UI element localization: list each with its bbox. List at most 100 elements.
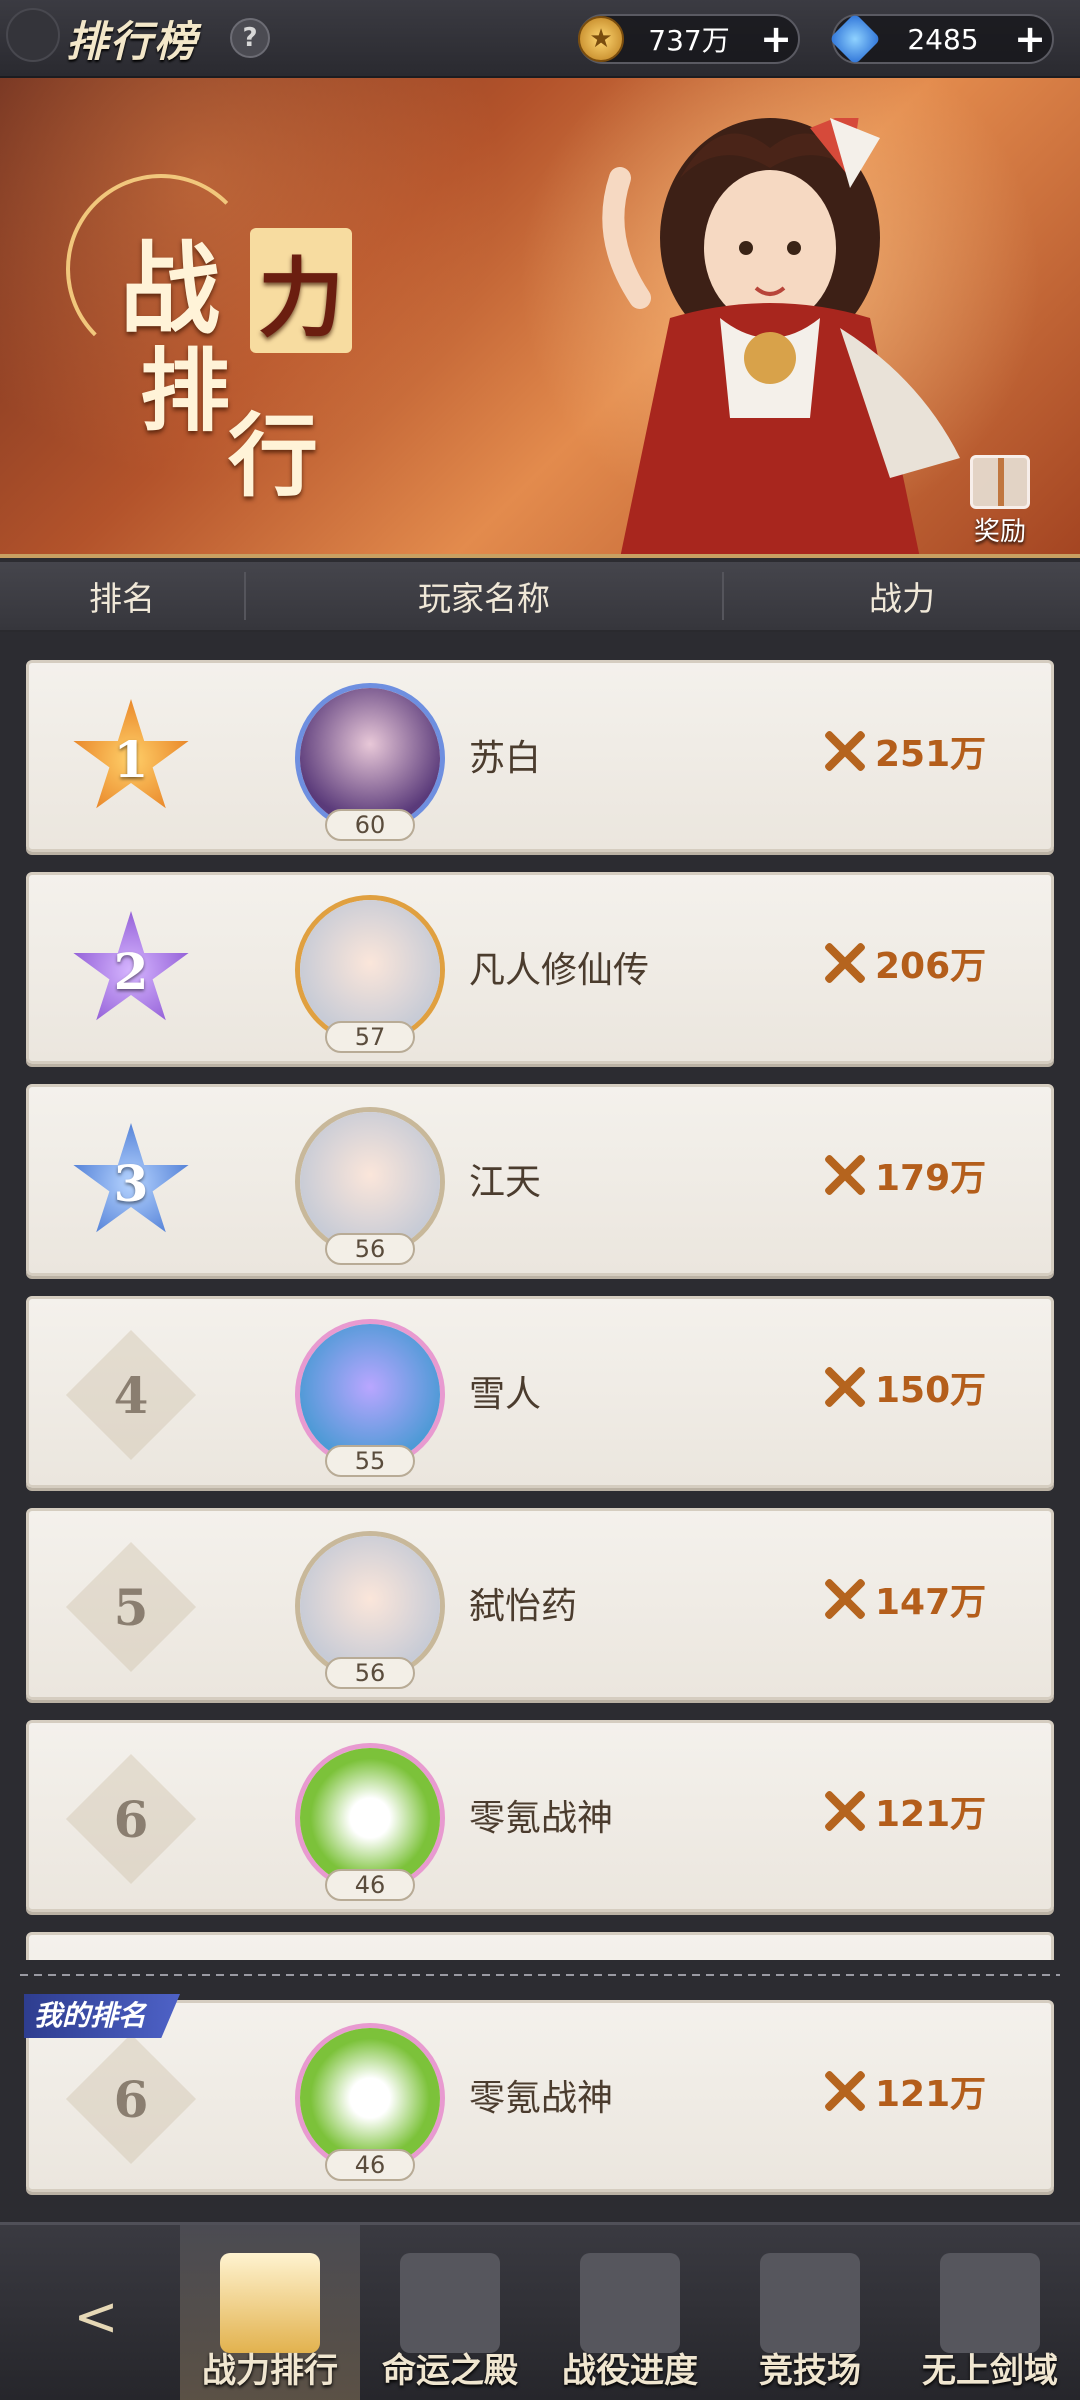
player-name: 雪人 xyxy=(469,1374,542,1415)
ranking-row[interactable]: 1 60 苏白 251万 xyxy=(26,660,1054,852)
nav-tab-destiny-hall[interactable]: 命运之殿 xyxy=(360,2225,540,2400)
ranking-row[interactable]: 5 56 弑怡药 147万 xyxy=(26,1508,1054,1700)
gold-coin-icon: ★ xyxy=(578,16,624,62)
player-level: 60 xyxy=(325,809,415,841)
rank-badge-blue: 3 xyxy=(71,1123,191,1243)
crossed-swords-icon xyxy=(819,1149,871,1201)
power-amount: 206万 xyxy=(875,946,987,987)
player-level: 56 xyxy=(325,1657,415,1689)
player-name: 江天 xyxy=(469,1162,542,1203)
column-player-name: 玩家名称 xyxy=(246,572,724,620)
crossed-swords-icon xyxy=(760,2253,860,2353)
rank-number: 1 xyxy=(113,729,149,789)
gift-icon xyxy=(970,455,1030,509)
power-amount: 121万 xyxy=(875,1794,987,1835)
power-amount: 121万 xyxy=(875,2074,987,2115)
rank-badge-plain: 6 xyxy=(65,2033,197,2165)
ranking-row[interactable]: 6 46 零氪战神 121万 xyxy=(26,1720,1054,1912)
player-avatar[interactable]: 46 xyxy=(285,1737,455,1907)
power-value: 147万 xyxy=(819,1573,986,1625)
banner-title-char: 力 xyxy=(250,228,352,353)
power-amount: 179万 xyxy=(875,1158,987,1199)
player-level: 55 xyxy=(325,1445,415,1477)
my-rank-section: 我的排名 6 46 零氪战神 121万 xyxy=(24,1994,1054,2192)
rank-badge-gold: 1 xyxy=(71,699,191,819)
player-avatar[interactable]: 57 xyxy=(285,889,455,1059)
nav-tab-arena[interactable]: 竞技场 xyxy=(720,2225,900,2400)
nav-tab-power-ranking[interactable]: 战力排行 xyxy=(180,2225,360,2400)
column-rank: 排名 xyxy=(0,572,246,620)
power-amount: 251万 xyxy=(875,734,987,775)
crossed-swords-icon xyxy=(819,1785,871,1837)
reward-button[interactable]: 奖励 xyxy=(950,448,1050,548)
my-rank-label: 我的排名 xyxy=(24,1994,181,2038)
gold-currency: ★ 737万 + xyxy=(578,14,800,64)
rank-number: 2 xyxy=(113,941,149,1001)
player-name: 凡人修仙传 xyxy=(469,950,650,991)
help-button[interactable]: ? xyxy=(230,18,271,58)
crossed-swords-icon xyxy=(819,937,871,989)
gem-amount: 2485 xyxy=(907,22,979,56)
diamond-icon xyxy=(828,12,882,66)
gold-amount: 737万 xyxy=(648,24,730,57)
temple-icon xyxy=(400,2253,500,2353)
back-button[interactable] xyxy=(6,8,60,62)
rank-number: 4 xyxy=(113,1365,149,1425)
rank-number: 6 xyxy=(113,1789,149,1849)
player-avatar[interactable]: 46 xyxy=(285,2017,455,2187)
player-name: 零氪战神 xyxy=(469,2078,614,2119)
column-power: 战力 xyxy=(869,579,935,618)
banner-title: 战 力 排 行 xyxy=(100,208,360,528)
player-name: 零氪战神 xyxy=(469,1798,614,1839)
nav-label: 竞技场 xyxy=(759,2351,861,2391)
player-avatar[interactable]: 56 xyxy=(285,1101,455,1271)
power-value: 206万 xyxy=(819,937,986,989)
nav-tab-campaign-progress[interactable]: 战役进度 xyxy=(540,2225,720,2400)
add-gem-button[interactable]: + xyxy=(1008,17,1052,61)
rank-badge-plain: 6 xyxy=(65,1753,197,1885)
page-title: 排行榜 xyxy=(66,16,199,66)
player-name: 弑怡药 xyxy=(469,1586,578,1627)
ranking-list[interactable]: 1 60 苏白 251万 2 57 凡人修仙传 206万 3 56 江天 179… xyxy=(26,660,1054,1960)
nav-label: 无上剑域 xyxy=(922,2351,1058,2391)
player-name: 苏白 xyxy=(469,738,542,779)
player-avatar[interactable]: 60 xyxy=(285,677,455,847)
crossed-swords-icon xyxy=(819,1573,871,1625)
nav-tab-supreme-sword-domain[interactable]: 无上剑域 xyxy=(900,2225,1080,2400)
top-bar: 排行榜 ? ★ 737万 + 2485 + xyxy=(0,0,1080,78)
add-gold-button[interactable]: + xyxy=(754,17,798,61)
ranking-row[interactable]: 3 56 江天 179万 xyxy=(26,1084,1054,1276)
ranking-row[interactable]: 2 57 凡人修仙传 206万 xyxy=(26,872,1054,1064)
power-amount: 147万 xyxy=(875,1582,987,1623)
nav-back-arrow-icon[interactable]: < xyxy=(36,2261,156,2371)
reward-label: 奖励 xyxy=(973,517,1026,547)
column-header: 排名 玩家名称 战力 xyxy=(0,562,1080,632)
gem-currency: 2485 + xyxy=(828,12,1054,66)
power-value: 150万 xyxy=(819,1361,986,1413)
sword-emblem-icon xyxy=(940,2253,1040,2353)
player-level: 56 xyxy=(325,1233,415,1265)
banner: 战 力 排 行 奖励 xyxy=(0,78,1080,558)
rank-badge-purple: 2 xyxy=(71,911,191,1031)
nav-label: 战力排行 xyxy=(202,2351,338,2391)
bottom-nav: < 战力排行 命运之殿 战役进度 竞技场 无上剑域 xyxy=(0,2222,1080,2400)
player-avatar[interactable]: 55 xyxy=(285,1313,455,1483)
banner-title-char: 排 xyxy=(140,338,230,444)
player-level: 46 xyxy=(325,2149,415,2181)
rank-badge-plain: 4 xyxy=(65,1329,197,1461)
my-rank-row[interactable]: 6 46 零氪战神 121万 xyxy=(26,2000,1054,2192)
rank-badge-plain: 5 xyxy=(65,1541,197,1673)
nav-label: 命运之殿 xyxy=(382,2351,518,2391)
scroll-document-icon xyxy=(580,2253,680,2353)
power-value: 121万 xyxy=(819,1785,986,1837)
nav-label: 战役进度 xyxy=(562,2351,698,2391)
rank-number: 5 xyxy=(113,1577,149,1637)
player-avatar[interactable]: 56 xyxy=(285,1525,455,1695)
ranking-row-partial[interactable] xyxy=(26,1932,1054,1960)
player-level: 46 xyxy=(325,1869,415,1901)
crossed-swords-icon xyxy=(819,725,871,777)
rank-number: 6 xyxy=(113,2069,149,2129)
ranking-row[interactable]: 4 55 雪人 150万 xyxy=(26,1296,1054,1488)
crossed-swords-icon xyxy=(819,1361,871,1413)
banner-title-char: 行 xyxy=(228,403,318,509)
